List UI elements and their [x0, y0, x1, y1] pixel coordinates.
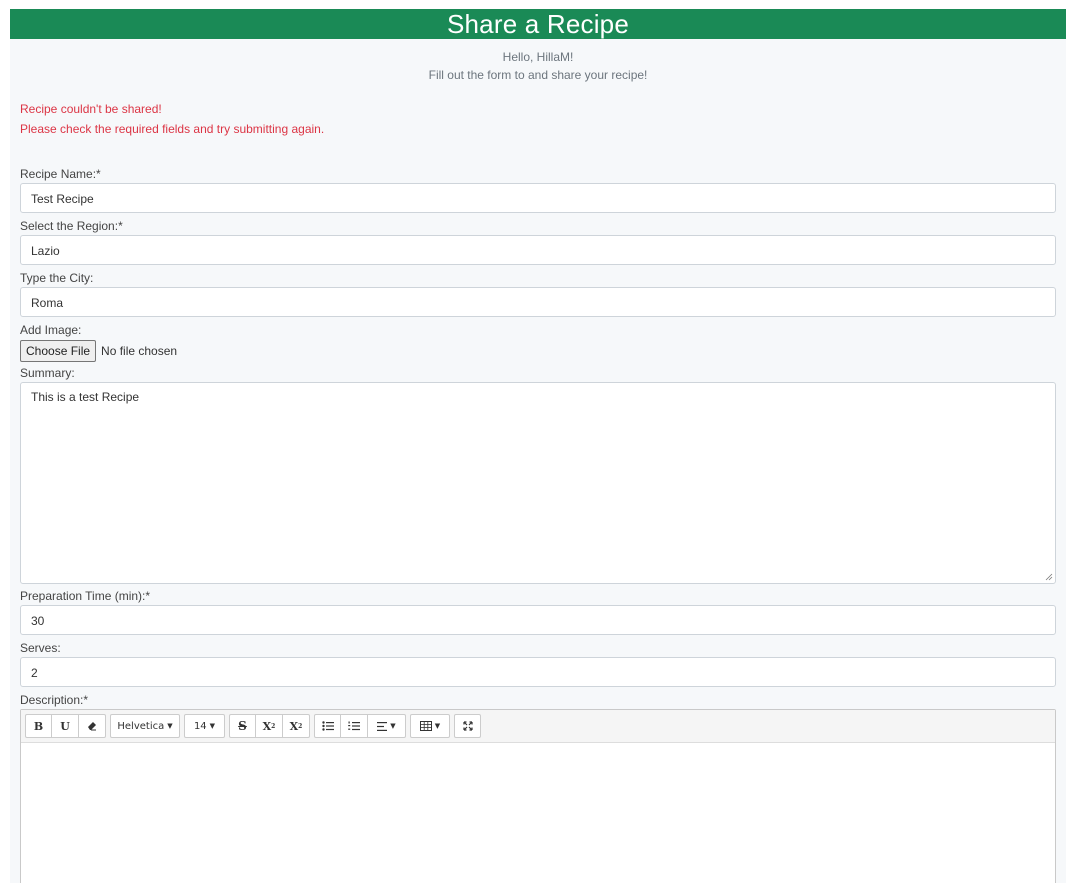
fullscreen-button[interactable] — [454, 714, 481, 738]
error-line-1: Recipe couldn't be shared! — [20, 102, 162, 116]
superscript-icon: X — [262, 719, 272, 733]
serves-label: Serves: — [20, 641, 61, 655]
table-icon — [419, 721, 432, 731]
bold-button[interactable]: B — [25, 714, 52, 738]
font-size-group: 14 ▼ — [184, 714, 225, 738]
strikethrough-icon: S — [238, 719, 247, 733]
underline-icon: U — [60, 719, 70, 733]
serves-input[interactable]: 2 — [20, 657, 1056, 687]
subscript-button[interactable]: X2 — [283, 714, 310, 738]
region-input[interactable]: Lazio — [20, 235, 1056, 265]
fullscreen-icon — [462, 721, 473, 731]
align-left-icon — [377, 721, 388, 731]
recipe-form: Recipe Name:* Test Recipe Select the Reg… — [20, 166, 1056, 883]
underline-button[interactable]: U — [52, 714, 79, 738]
greeting: Hello, HillaM! Fill out the form to and … — [10, 49, 1066, 85]
caret-down-icon: ▼ — [434, 722, 441, 730]
summary-textarea[interactable]: This is a test Recipe — [20, 382, 1056, 584]
description-editor: B U Helvetica ▼ 14 ▼ S X 2 X 2 ▼ ▼ — [20, 709, 1056, 883]
font-size-value: 14 — [193, 720, 207, 732]
table-dropdown[interactable]: ▼ — [410, 714, 450, 738]
font-size-dropdown[interactable]: 14 ▼ — [184, 714, 225, 738]
bullet-list-icon — [321, 721, 334, 731]
superscript-mark: 2 — [271, 722, 276, 730]
caret-down-icon: ▼ — [390, 722, 396, 730]
subscript-mark: 2 — [298, 722, 303, 730]
prep-time-input[interactable]: 30 — [20, 605, 1056, 635]
unordered-list-button[interactable] — [314, 714, 341, 738]
region-label: Select the Region:* — [20, 219, 123, 233]
error-line-2: Please check the required fields and try… — [20, 122, 325, 136]
subscript-icon: X — [289, 719, 299, 733]
resize-grip-icon[interactable] — [1045, 573, 1053, 581]
caret-down-icon: ▼ — [209, 722, 216, 730]
font-family-group: Helvetica ▼ — [110, 714, 180, 738]
city-input[interactable]: Roma — [20, 287, 1056, 317]
numbered-list-icon — [348, 721, 360, 731]
caret-down-icon: ▼ — [167, 722, 173, 730]
strikethrough-button[interactable]: S — [229, 714, 256, 738]
table-group: ▼ — [410, 714, 450, 738]
choose-file-button[interactable]: Choose File — [20, 340, 97, 362]
eraser-icon — [88, 722, 96, 731]
recipe-name-input[interactable]: Test Recipe — [20, 183, 1056, 213]
page: Share a Recipe Hello, HillaM! Fill out t… — [10, 9, 1066, 883]
script-group: S X2 X2 — [229, 714, 310, 738]
city-label: Type the City: — [20, 271, 94, 285]
view-group — [454, 714, 481, 738]
greeting-instruction: Fill out the form to and share your reci… — [428, 68, 648, 82]
bold-icon: B — [33, 719, 44, 733]
style-group: B U — [25, 714, 106, 738]
align-dropdown[interactable]: ▼ — [368, 714, 406, 738]
editor-content-area[interactable] — [21, 743, 1055, 883]
file-input: Choose File No file chosen — [20, 340, 1056, 362]
image-label: Add Image: — [20, 323, 82, 337]
editor-toolbar: B U Helvetica ▼ 14 ▼ S X 2 X 2 ▼ ▼ — [21, 710, 1055, 743]
recipe-name-label: Recipe Name:* — [20, 167, 101, 181]
ordered-list-button[interactable] — [341, 714, 368, 738]
summary-text: This is a test Recipe — [31, 390, 140, 404]
summary-label: Summary: — [20, 366, 75, 380]
paragraph-group: ▼ — [314, 714, 406, 738]
clear-format-button[interactable] — [79, 714, 106, 738]
superscript-button[interactable]: X2 — [256, 714, 283, 738]
prep-time-label: Preparation Time (min):* — [20, 589, 151, 603]
greeting-hello: Hello, HillaM! — [502, 50, 574, 64]
error-messages: Recipe couldn't be shared! Please check … — [10, 99, 1066, 139]
file-status: No file chosen — [101, 344, 178, 358]
font-family-value: Helvetica — [117, 720, 165, 732]
page-title: Share a Recipe — [10, 9, 1066, 39]
description-label: Description:* — [20, 693, 89, 707]
font-family-dropdown[interactable]: Helvetica ▼ — [110, 714, 180, 738]
